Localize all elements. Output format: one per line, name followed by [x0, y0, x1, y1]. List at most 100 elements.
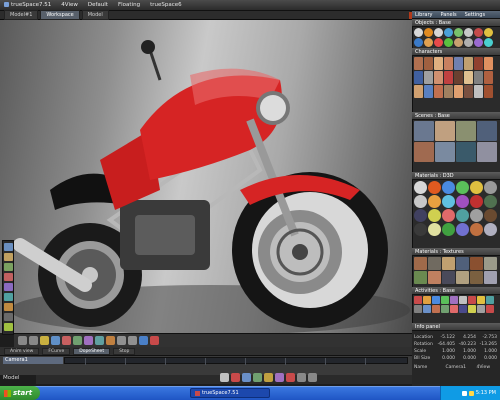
- material-swatch[interactable]: [484, 181, 497, 194]
- section-materials-textures[interactable]: Materials : Textures: [412, 248, 500, 256]
- character-thumb[interactable]: [474, 71, 483, 84]
- menu-item-default[interactable]: Default: [88, 2, 108, 8]
- character-thumb[interactable]: [444, 57, 453, 70]
- network-icon[interactable]: [461, 390, 467, 396]
- select-tool-icon[interactable]: [4, 243, 13, 251]
- object-gear[interactable]: [434, 38, 443, 47]
- material-swatch[interactable]: [442, 195, 455, 208]
- object-light[interactable]: [474, 28, 483, 37]
- pan-icon[interactable]: [242, 373, 251, 382]
- character-thumb[interactable]: [464, 71, 473, 84]
- redo-icon[interactable]: [29, 336, 38, 345]
- activity-icon[interactable]: [486, 305, 494, 313]
- material-swatch[interactable]: [456, 209, 469, 222]
- move-icon[interactable]: [297, 373, 306, 382]
- material-swatch[interactable]: [428, 181, 441, 194]
- menu-item-floating[interactable]: Floating: [118, 2, 140, 8]
- texture-swatch[interactable]: [442, 271, 455, 284]
- section-activities-base[interactable]: Activities : Base: [412, 287, 500, 295]
- activity-icon[interactable]: [414, 296, 422, 304]
- tab-model-1[interactable]: Model#1: [4, 10, 39, 20]
- material-swatch[interactable]: [414, 209, 427, 222]
- material-swatch[interactable]: [484, 195, 497, 208]
- texture-swatch[interactable]: [484, 271, 497, 284]
- mode-field[interactable]: 4View: [466, 365, 490, 370]
- track-label[interactable]: Camera1: [3, 357, 63, 364]
- uv-icon[interactable]: [95, 336, 104, 345]
- tab-settings[interactable]: Settings: [465, 12, 486, 18]
- activity-icon[interactable]: [486, 296, 494, 304]
- object-text[interactable]: [414, 38, 423, 47]
- character-thumb[interactable]: [424, 85, 433, 98]
- object-camera[interactable]: [484, 28, 493, 37]
- object-pyramid[interactable]: [474, 38, 483, 47]
- activity-icon[interactable]: [423, 296, 431, 304]
- material-swatch[interactable]: [414, 223, 427, 236]
- menu-item-4view[interactable]: 4View: [61, 2, 78, 8]
- object-helix[interactable]: [484, 38, 493, 47]
- activity-icon[interactable]: [468, 305, 476, 313]
- character-thumb[interactable]: [424, 71, 433, 84]
- material-swatch[interactable]: [456, 223, 469, 236]
- character-thumb[interactable]: [414, 85, 423, 98]
- activity-icon[interactable]: [441, 296, 449, 304]
- tab-anim-view[interactable]: Anim view: [4, 347, 40, 355]
- character-thumb[interactable]: [474, 85, 483, 98]
- start-button[interactable]: start: [0, 386, 40, 400]
- scene-thumb[interactable]: [414, 142, 434, 162]
- volume-icon[interactable]: [468, 390, 474, 396]
- menu-item-truespace6[interactable]: trueSpace6: [150, 2, 182, 8]
- tab-workspace[interactable]: Workspace: [40, 10, 80, 20]
- character-thumb[interactable]: [414, 57, 423, 70]
- activity-icon[interactable]: [450, 305, 458, 313]
- name-field[interactable]: Camera1: [434, 365, 466, 370]
- grid-tool-icon[interactable]: [4, 313, 13, 321]
- texture-swatch[interactable]: [428, 257, 441, 270]
- texture-swatch[interactable]: [414, 271, 427, 284]
- object-torus[interactable]: [454, 28, 463, 37]
- character-thumb[interactable]: [464, 57, 473, 70]
- texture-swatch[interactable]: [456, 271, 469, 284]
- character-thumb[interactable]: [414, 71, 423, 84]
- character-thumb[interactable]: [434, 57, 443, 70]
- link-icon[interactable]: [51, 336, 60, 345]
- scene-thumb[interactable]: [477, 142, 497, 162]
- character-thumb[interactable]: [484, 71, 493, 84]
- material-swatch[interactable]: [484, 209, 497, 222]
- character-thumb[interactable]: [434, 85, 443, 98]
- material-swatch[interactable]: [456, 181, 469, 194]
- activity-icon[interactable]: [423, 305, 431, 313]
- activity-icon[interactable]: [477, 305, 485, 313]
- paint-tool-icon[interactable]: [4, 283, 13, 291]
- activity-icon[interactable]: [459, 296, 467, 304]
- material-swatch[interactable]: [414, 195, 427, 208]
- texture-swatch[interactable]: [414, 257, 427, 270]
- orbit-icon[interactable]: [253, 373, 262, 382]
- activity-icon[interactable]: [432, 296, 440, 304]
- tab-dopesheet[interactable]: DopeSheet: [73, 347, 111, 355]
- texture-swatch[interactable]: [456, 257, 469, 270]
- z-icon[interactable]: [286, 373, 295, 382]
- object-tube[interactable]: [424, 38, 433, 47]
- texture-swatch[interactable]: [470, 257, 483, 270]
- section-characters[interactable]: Characters: [412, 48, 500, 56]
- section-materials-d3d[interactable]: Materials : D3D: [412, 172, 500, 180]
- object-icon[interactable]: [40, 336, 49, 345]
- texture-swatch[interactable]: [470, 271, 483, 284]
- material-swatch[interactable]: [428, 209, 441, 222]
- character-thumb[interactable]: [464, 85, 473, 98]
- rotate-tool-icon[interactable]: [4, 263, 13, 271]
- section-scenes-base[interactable]: Scenes : Base: [412, 112, 500, 120]
- material-swatch[interactable]: [470, 223, 483, 236]
- character-thumb[interactable]: [454, 71, 463, 84]
- play-icon[interactable]: [117, 336, 126, 345]
- scale-tool-icon[interactable]: [4, 273, 13, 281]
- scene-thumb[interactable]: [477, 121, 497, 141]
- camera-tool-icon[interactable]: [4, 293, 13, 301]
- material-swatch[interactable]: [442, 181, 455, 194]
- tab-fcurve[interactable]: FCurve: [42, 347, 71, 355]
- snap-tool-icon[interactable]: [4, 323, 13, 331]
- object-cone[interactable]: [424, 28, 433, 37]
- delete-icon[interactable]: [62, 336, 71, 345]
- activity-icon[interactable]: [477, 296, 485, 304]
